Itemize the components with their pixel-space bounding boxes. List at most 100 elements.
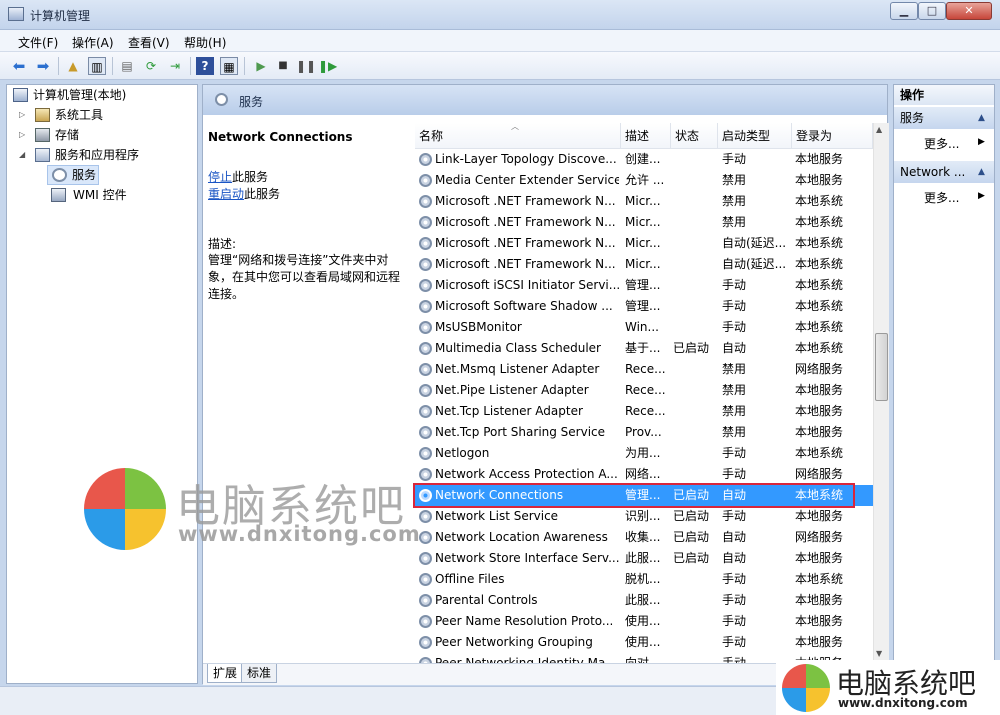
cell-name: Peer Name Resolution Proto... bbox=[435, 614, 614, 628]
expand-icon[interactable]: ▷ bbox=[19, 125, 27, 145]
tree-item-services[interactable]: 服务 bbox=[47, 165, 99, 185]
refresh-icon[interactable]: ⟳ bbox=[142, 57, 160, 75]
table-row[interactable]: Peer Name Resolution Proto... 使用... 手动 本地服务 bbox=[415, 611, 873, 632]
table-row[interactable]: Peer Networking Grouping 使用... 手动 本地服务 bbox=[415, 632, 873, 653]
cell-startup: 自动(延迟... bbox=[722, 236, 787, 250]
show-hide-tree-icon[interactable]: ▥ bbox=[88, 57, 106, 75]
menu-action[interactable]: 操作(A) bbox=[72, 34, 114, 51]
table-row[interactable]: Network Store Interface Serv... 此服... 已启动自… bbox=[415, 548, 873, 569]
close-button[interactable]: ✕ bbox=[946, 2, 992, 20]
forward-arrow-icon[interactable]: ➡ bbox=[34, 57, 52, 75]
action-pane-icon[interactable]: ▦ bbox=[220, 57, 238, 75]
stop-service-link[interactable]: 停止 bbox=[208, 170, 232, 184]
menu-help[interactable]: 帮助(H) bbox=[184, 34, 226, 51]
table-row[interactable]: Net.Tcp Listener Adapter Rece... 禁用 本地服务 bbox=[415, 401, 873, 422]
restart-service-icon[interactable]: ❚▶ bbox=[318, 57, 337, 75]
cell-desc: Rece... bbox=[625, 362, 666, 376]
actions-section-selected[interactable]: Network ... ▲ bbox=[894, 161, 994, 183]
pane-heading: 服务 bbox=[239, 95, 264, 109]
column-header-description[interactable]: 描述 bbox=[621, 123, 671, 149]
cell-logon: 本地服务 bbox=[795, 635, 844, 649]
column-header-logon[interactable]: 登录为 bbox=[792, 123, 873, 149]
cell-name: MsUSBMonitor bbox=[435, 320, 522, 334]
table-row[interactable]: Multimedia Class Scheduler 基于... 已启动 自动 本地系统 bbox=[415, 338, 873, 359]
table-row[interactable]: Microsoft .NET Framework N... Micr... 禁用 本地… bbox=[415, 191, 873, 212]
service-gear-icon bbox=[419, 426, 432, 439]
table-row[interactable]: Network Location Awareness 收集... 已启动 自动 网络服务 bbox=[415, 527, 873, 548]
restart-service-link[interactable]: 重启动 bbox=[208, 187, 244, 201]
help-icon[interactable]: ? bbox=[196, 57, 214, 75]
table-row[interactable]: Net.Pipe Listener Adapter Rece... 禁用 本地服务 bbox=[415, 380, 873, 401]
table-row[interactable]: Net.Msmq Listener Adapter Rece... 禁用 网络服务 bbox=[415, 359, 873, 380]
cell-name: Net.Tcp Port Sharing Service bbox=[435, 425, 606, 439]
table-row[interactable]: Network List Service 识别... 已启动 手动 本地服务 bbox=[415, 506, 873, 527]
table-row[interactable]: Network Access Protection A... 网络... 手动 网络服… bbox=[415, 464, 873, 485]
cell-startup: 自动 bbox=[722, 530, 747, 544]
back-arrow-icon[interactable]: ⬅ bbox=[10, 57, 28, 75]
tab-extended[interactable]: 扩展 bbox=[207, 664, 244, 683]
services-list: 名称 ︿ 描述 状态 启动类型 登录为 Link-Layer Topology … bbox=[415, 123, 873, 665]
cell-logon: 本地服务 bbox=[795, 509, 844, 523]
table-row[interactable]: Link-Layer Topology Discove... 创建... 手动 本地服… bbox=[415, 149, 873, 170]
cell-desc: Micr... bbox=[625, 194, 661, 208]
table-row[interactable]: Microsoft Software Shadow ... 管理... 手动 本地系统 bbox=[415, 296, 873, 317]
gear-icon bbox=[215, 93, 228, 106]
sort-ascending-icon: ︿ bbox=[511, 123, 519, 131]
column-header-startup[interactable]: 启动类型 bbox=[718, 123, 792, 149]
cell-desc: 基于... bbox=[625, 341, 661, 355]
table-row[interactable]: Offline Files 脱机... 手动 本地系统 bbox=[415, 569, 873, 590]
collapse-section-icon[interactable]: ▲ bbox=[978, 161, 985, 183]
collapse-section-icon[interactable]: ▲ bbox=[978, 107, 985, 129]
cell-startup: 手动 bbox=[722, 152, 747, 166]
table-row[interactable]: MsUSBMonitor Win... 手动 本地系统 bbox=[415, 317, 873, 338]
column-header-name[interactable]: 名称 ︿ bbox=[415, 123, 621, 149]
expand-icon[interactable]: ▷ bbox=[19, 105, 27, 125]
table-row[interactable]: Parental Controls 此服... 手动 本地服务 bbox=[415, 590, 873, 611]
service-gear-icon bbox=[419, 405, 432, 418]
table-row[interactable]: Network Connections 管理... 已启动 自动 本地系统 bbox=[415, 485, 873, 506]
toolbar: ⬅ ➡ ▲ ▥ ▤ ⟳ ⇥ ? ▦ ▶ ■ ❚❚ ❚▶ bbox=[0, 52, 1000, 80]
table-row[interactable]: Microsoft .NET Framework N... Micr... 自动(延… bbox=[415, 233, 873, 254]
restart-service-line: 重启动此服务 bbox=[208, 187, 281, 201]
actions-section-services[interactable]: 服务 ▲ bbox=[894, 107, 994, 129]
cell-desc: 此服... bbox=[625, 551, 661, 565]
menu-view[interactable]: 查看(V) bbox=[128, 34, 170, 51]
more-actions-services[interactable]: 更多... bbox=[924, 135, 959, 152]
cell-name: Microsoft .NET Framework N... bbox=[435, 194, 616, 208]
cell-name: Peer Networking Grouping bbox=[435, 635, 593, 649]
cell-desc: 使用... bbox=[625, 635, 661, 649]
services-pane: 服务 Network Connections 停止此服务 重启动此服务 描述: … bbox=[202, 84, 889, 685]
cell-logon: 本地服务 bbox=[795, 551, 844, 565]
scrollbar-thumb[interactable] bbox=[875, 333, 888, 401]
minimize-button[interactable]: ▁ bbox=[890, 2, 918, 20]
cell-desc: 为用... bbox=[625, 446, 661, 460]
cell-desc: Rece... bbox=[625, 404, 666, 418]
cell-name: Microsoft .NET Framework N... bbox=[435, 236, 616, 250]
table-row[interactable]: Net.Tcp Port Sharing Service Prov... 禁用 本地服… bbox=[415, 422, 873, 443]
export-list-icon[interactable]: ⇥ bbox=[166, 57, 184, 75]
more-actions-selected[interactable]: 更多... bbox=[924, 189, 959, 206]
scroll-up-icon[interactable]: ▲ bbox=[876, 125, 882, 134]
stop-service-icon[interactable]: ■ bbox=[274, 57, 292, 75]
submenu-arrow-icon: ▶ bbox=[978, 137, 985, 147]
menu-file[interactable]: 文件(F) bbox=[18, 34, 58, 51]
tab-standard[interactable]: 标准 bbox=[241, 664, 278, 683]
table-row[interactable]: Netlogon 为用... 手动 本地系统 bbox=[415, 443, 873, 464]
table-row[interactable]: Media Center Extender Service 允许 ... 禁用 本地服… bbox=[415, 170, 873, 191]
start-service-icon[interactable]: ▶ bbox=[252, 57, 270, 75]
scroll-down-icon[interactable]: ▼ bbox=[876, 649, 882, 658]
table-row[interactable]: Microsoft .NET Framework N... Micr... 自动(延… bbox=[415, 254, 873, 275]
maximize-button[interactable]: □ bbox=[918, 2, 946, 20]
up-folder-icon[interactable]: ▲ bbox=[64, 57, 82, 75]
cell-desc: 管理... bbox=[625, 278, 661, 292]
table-row[interactable]: Microsoft .NET Framework N... Micr... 禁用 本地… bbox=[415, 212, 873, 233]
column-header-status[interactable]: 状态 bbox=[671, 123, 718, 149]
collapse-icon[interactable]: ◢ bbox=[19, 145, 27, 165]
vertical-scrollbar[interactable]: ▲ ▼ bbox=[873, 123, 889, 663]
pause-service-icon[interactable]: ❚❚ bbox=[296, 57, 316, 75]
cell-desc: 收集... bbox=[625, 530, 661, 544]
properties-icon[interactable]: ▤ bbox=[118, 57, 136, 75]
cell-startup: 手动 bbox=[722, 572, 747, 586]
cell-desc: Micr... bbox=[625, 215, 661, 229]
table-row[interactable]: Microsoft iSCSI Initiator Servi... 管理... 手… bbox=[415, 275, 873, 296]
